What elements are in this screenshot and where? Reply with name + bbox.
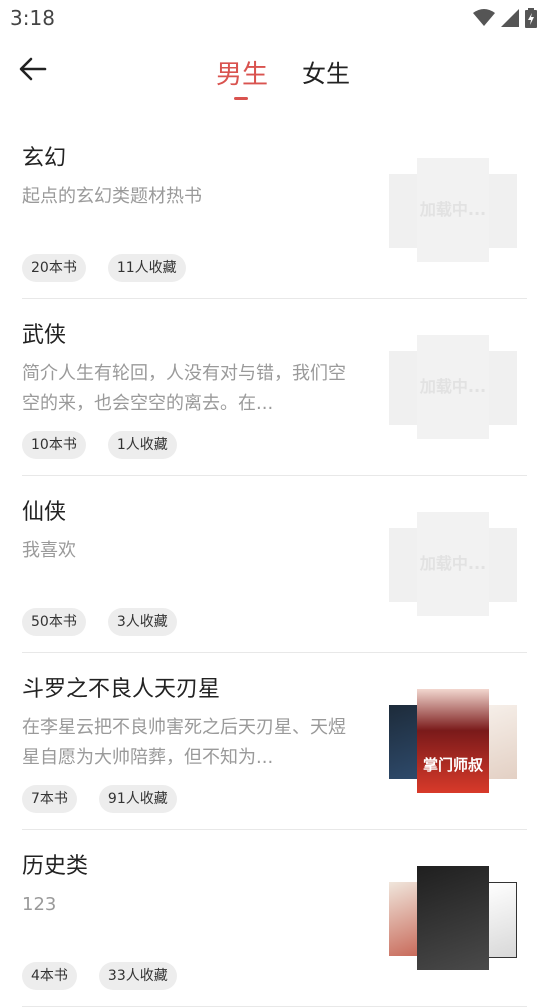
arrow-left-icon (19, 57, 47, 85)
cover-thumbnail (487, 351, 517, 425)
item-tags: 50本书 3人收藏 (22, 608, 177, 636)
cover-thumbnail (485, 882, 517, 958)
list-item[interactable]: 玄幻 起点的玄幻类题材热书 20本书 11人收藏 加载中... (22, 122, 527, 299)
favorite-count-badge: 91人收藏 (98, 785, 177, 813)
cover-thumbnail (487, 705, 517, 779)
favorite-count-badge: 3人收藏 (107, 608, 177, 636)
cover-thumbnail (487, 174, 517, 248)
list-item[interactable]: 仙侠 我喜欢 50本书 3人收藏 加载中... (22, 476, 527, 653)
tab-male[interactable]: 男生 (216, 54, 268, 91)
book-count-badge: 50本书 (22, 608, 86, 636)
cover-thumbnail (389, 174, 419, 248)
top-header: 男生 女生 (0, 40, 549, 110)
cover-thumbnail (389, 528, 419, 602)
item-title: 武侠 (22, 323, 67, 348)
cover-loading-text: 加载中... (419, 377, 487, 396)
cover-thumbnail (487, 528, 517, 602)
item-description: 简介人生有轮回，人没有对与错，我们空空的来，也会空空的离去。在... (22, 363, 346, 414)
status-time: 3:18 (10, 6, 55, 30)
list-item[interactable]: 历史类 123 4本书 33人收藏 (22, 830, 527, 1007)
cover-thumbnail: 掌门师叔 (417, 689, 489, 793)
item-tags: 4本书 33人收藏 (22, 962, 177, 990)
book-count-badge: 4本书 (22, 962, 77, 990)
cover-thumbnail: 加载中... (417, 335, 489, 439)
item-title: 历史类 (22, 854, 89, 879)
cover-thumbnail: 加载中... (417, 158, 489, 262)
item-tags: 20本书 11人收藏 (22, 254, 186, 282)
tab-female[interactable]: 女生 (302, 54, 350, 89)
wifi-icon (473, 9, 495, 31)
cover-stack: 加载中... (389, 158, 517, 262)
status-bar: 3:18 (0, 0, 549, 38)
item-description: 123 (22, 894, 57, 915)
cover-thumbnail (417, 866, 489, 970)
item-description: 起点的玄幻类题材热书 (22, 186, 202, 207)
cover-loading-text: 加载中... (419, 200, 487, 219)
list-item[interactable]: 武侠 简介人生有轮回，人没有对与错，我们空空的来，也会空空的离去。在... 10… (22, 299, 527, 476)
status-icons (473, 8, 537, 32)
item-tags: 7本书 91人收藏 (22, 785, 177, 813)
cover-loading-text: 加载中... (419, 554, 487, 573)
cover-stack: 掌门师叔 (389, 689, 517, 793)
back-button[interactable] (16, 54, 50, 88)
book-count-badge: 20本书 (22, 254, 86, 282)
list-item[interactable]: 斗罗之不良人天刃星 在李星云把不良帅害死之后天刃星、天煜星自愿为大帅陪葬，但不知… (22, 653, 527, 830)
book-count-badge: 10本书 (22, 431, 86, 459)
favorite-count-badge: 1人收藏 (107, 431, 177, 459)
cover-stack: 加载中... (389, 512, 517, 616)
cover-thumbnail: 加载中... (417, 512, 489, 616)
cover-thumbnail (389, 705, 419, 779)
cover-thumbnail (389, 882, 419, 956)
book-count-badge: 7本书 (22, 785, 77, 813)
active-tab-indicator (234, 97, 248, 100)
favorite-count-badge: 11人收藏 (107, 254, 186, 282)
item-title: 斗罗之不良人天刃星 (22, 677, 221, 702)
favorite-count-badge: 33人收藏 (98, 962, 177, 990)
item-tags: 10本书 1人收藏 (22, 431, 177, 459)
item-title: 仙侠 (22, 500, 67, 525)
battery-icon (525, 8, 537, 32)
cover-stack: 加载中... (389, 335, 517, 439)
signal-icon (501, 9, 519, 31)
cover-stack (389, 866, 517, 970)
item-description: 在李星云把不良帅害死之后天刃星、天煜星自愿为大帅陪葬，但不知为... (22, 717, 346, 768)
cover-thumbnail (389, 351, 419, 425)
item-title: 玄幻 (22, 146, 67, 171)
item-description: 我喜欢 (22, 540, 76, 561)
cover-title-text: 掌门师叔 (422, 756, 483, 774)
category-list: 玄幻 起点的玄幻类题材热书 20本书 11人收藏 加载中... 武侠 简介人生有… (0, 122, 549, 1007)
